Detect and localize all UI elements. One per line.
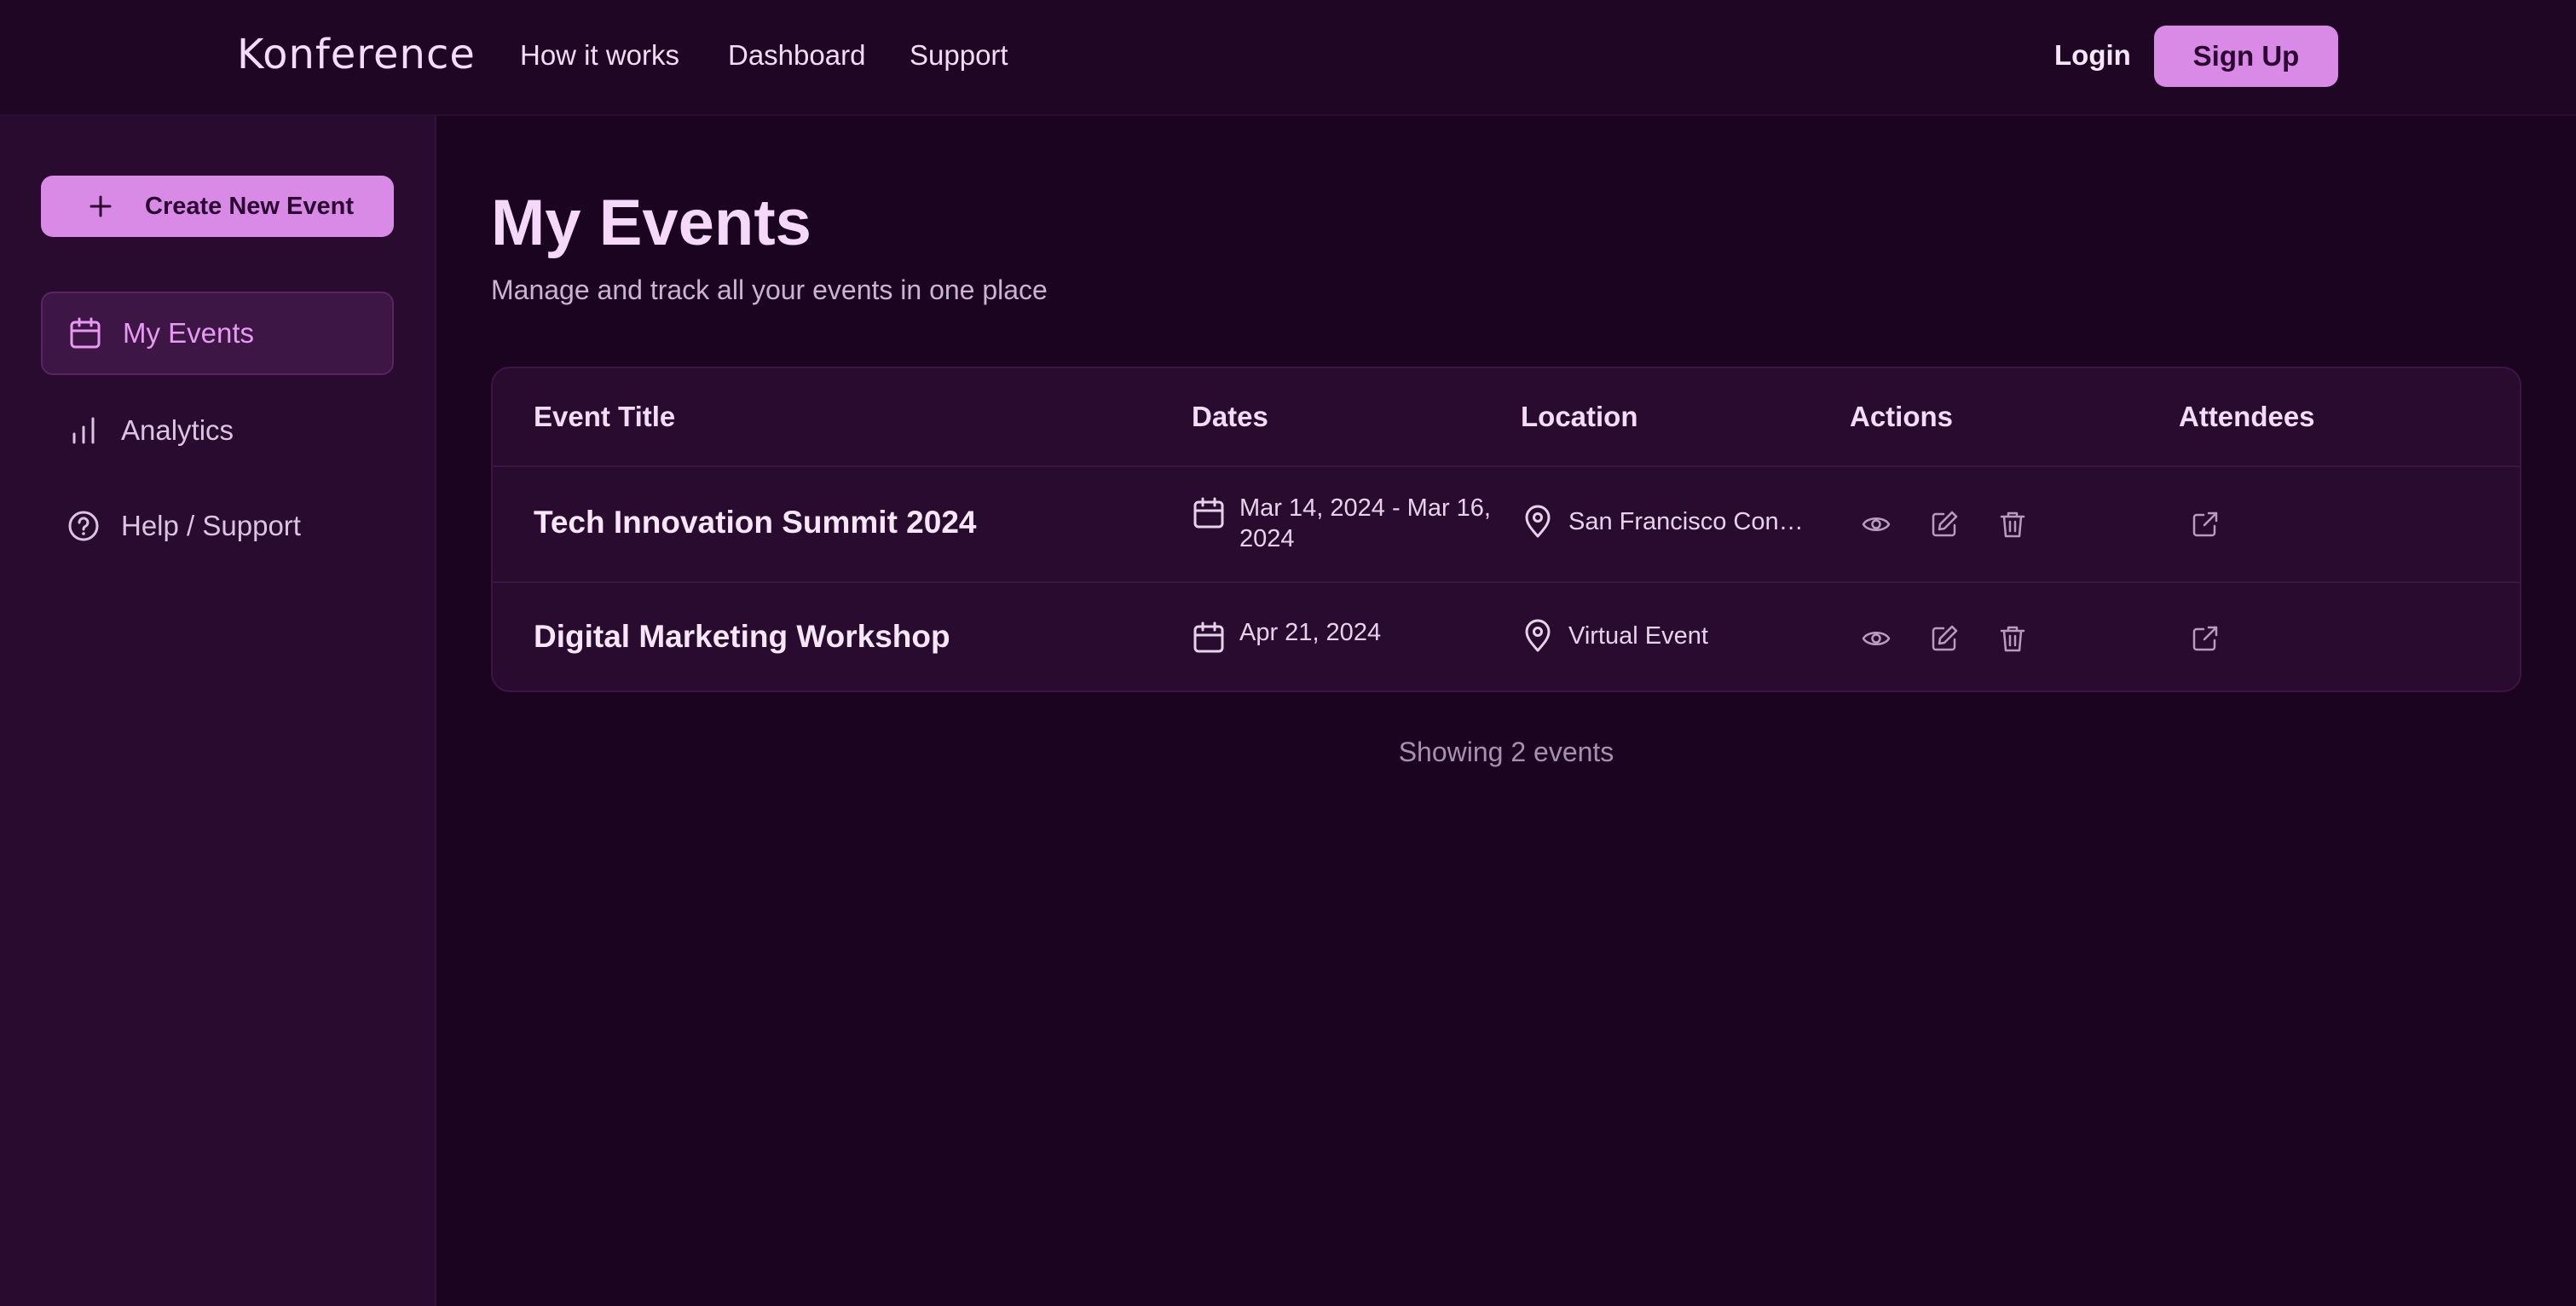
edit-icon[interactable] [1930,624,1959,653]
trash-icon[interactable] [1998,624,2027,653]
sidebar-item-label: Analytics [121,414,234,446]
column-header-actions: Actions [1850,401,1954,432]
sidebar-item-label: Help / Support [121,510,301,541]
nav-support[interactable]: Support [910,39,1008,72]
column-header-event-title: Event Title [534,401,676,432]
sidebar-item-help-support[interactable]: Help / Support [41,484,394,568]
column-header-location: Location [1521,401,1638,432]
map-pin-icon [1525,619,1551,652]
top-navigation: Konference How it works Dashboard Suppor… [0,0,2576,116]
table-row: Digital Marketing Workshop Apr 21, 2024 … [493,583,2520,691]
create-new-event-label: Create New Event [145,192,354,220]
calendar-icon [1193,497,1224,529]
logo[interactable]: Konference [237,31,476,78]
plus-icon [90,195,112,217]
event-location: Virtual Event [1568,622,1708,650]
calendar-icon [68,316,102,350]
event-title[interactable]: Digital Marketing Workshop [534,619,950,655]
external-link-icon[interactable] [2191,624,2220,653]
event-location: San Francisco Convention Center [1568,508,1816,535]
nav-dashboard[interactable]: Dashboard [728,39,865,72]
sidebar-item-my-events[interactable]: My Events [41,292,394,375]
table-row: Tech Innovation Summit 2024 Mar 14, 2024… [493,467,2520,583]
page-title: My Events [491,187,811,259]
column-header-dates: Dates [1192,401,1268,432]
showing-count-text: Showing 2 events [1398,737,1614,767]
eye-icon[interactable] [1862,510,1891,539]
external-link-icon[interactable] [2191,510,2220,539]
bar-chart-icon [66,413,101,448]
column-header-attendees: Attendees [2179,401,2315,432]
map-pin-icon [1525,505,1551,538]
events-table: Event Title Dates Location Actions Atten… [491,367,2521,692]
nav-how-it-works[interactable]: How it works [520,39,679,72]
signup-button-label: Sign Up [2192,40,2300,72]
help-circle-icon [66,509,101,543]
event-title[interactable]: Tech Innovation Summit 2024 [534,505,976,540]
event-dates: Apr 21, 2024 [1239,619,1382,646]
sidebar: Create New Event My Events Analytics Hel… [0,116,436,1306]
signup-button[interactable]: Sign Up [2154,26,2338,87]
event-dates: Mar 14, 2024 - Mar 16, 2024 [1239,494,1491,552]
trash-icon[interactable] [1998,510,2027,539]
page-subtitle: Manage and track all your events in one … [491,274,1048,305]
eye-icon[interactable] [1862,624,1891,653]
calendar-icon [1193,621,1224,653]
sidebar-item-analytics[interactable]: Analytics [41,389,394,472]
table-header: Event Title Dates Location Actions Atten… [493,368,2520,467]
edit-icon[interactable] [1930,510,1959,539]
create-new-event-button[interactable]: Create New Event [41,176,394,237]
login-link[interactable]: Login [2054,39,2131,72]
sidebar-item-label: My Events [123,317,255,349]
